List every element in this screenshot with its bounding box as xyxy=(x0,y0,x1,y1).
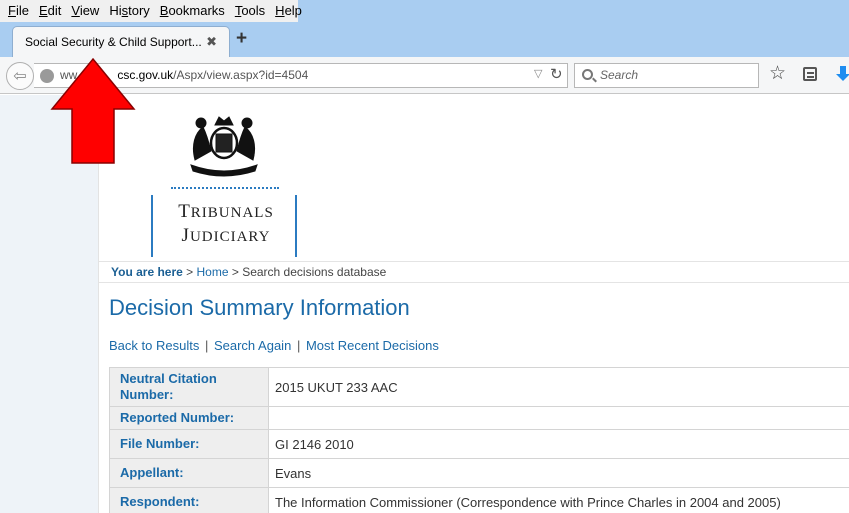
search-bar[interactable]: Search xyxy=(574,63,759,88)
menu-help[interactable]: Help xyxy=(270,0,307,22)
table-row: Respondent: The Information Commissioner… xyxy=(109,487,849,513)
file-number-value: GI 2146 2010 xyxy=(268,429,849,459)
logo-text-judiciary: JUDICIARY xyxy=(181,225,271,246)
back-to-results-link[interactable]: Back to Results xyxy=(109,338,199,353)
breadcrumb: You are here > Home > Search decisions d… xyxy=(99,261,849,283)
reading-list-icon[interactable] xyxy=(803,67,817,81)
reported-number-value xyxy=(268,406,849,430)
breadcrumb-label: You are here xyxy=(111,265,183,279)
search-icon xyxy=(582,69,593,80)
logo-divider xyxy=(171,187,279,189)
menu-bar: File Edit View History Bookmarks Tools H… xyxy=(0,0,302,22)
titlebar-background xyxy=(298,0,849,22)
breadcrumb-home-link[interactable]: Home xyxy=(197,265,229,279)
back-arrow-icon: ⇦ xyxy=(13,68,27,85)
respondent-value: The Information Commissioner (Correspond… xyxy=(268,487,849,513)
reload-icon[interactable]: ↻ xyxy=(550,65,563,83)
menu-bookmarks[interactable]: Bookmarks xyxy=(155,0,230,22)
most-recent-decisions-link[interactable]: Most Recent Decisions xyxy=(306,338,439,353)
back-button[interactable]: ⇦ xyxy=(6,62,34,90)
neutral-citation-label: Neutral Citation Number: xyxy=(109,367,269,407)
link-separator: | xyxy=(204,338,209,353)
url-dropdown-icon[interactable]: ▽ xyxy=(534,67,542,80)
download-icon[interactable] xyxy=(836,66,849,82)
neutral-citation-value: 2015 UKUT 233 AAC xyxy=(268,367,849,407)
table-row: File Number: GI 2146 2010 xyxy=(109,429,849,459)
page-content: TRIBUNALS JUDICIARY You are here > Home … xyxy=(98,95,849,513)
logo-text-tribunals: TRIBUNALS xyxy=(178,201,274,222)
link-separator: | xyxy=(296,338,301,353)
appellant-value: Evans xyxy=(268,458,849,488)
close-tab-icon[interactable]: ✖ xyxy=(206,34,217,50)
file-number-label: File Number: xyxy=(109,429,269,459)
tab-active[interactable]: Social Security & Child Support... ✖ xyxy=(12,26,230,57)
tab-title: Social Security & Child Support... xyxy=(25,35,201,49)
page-title: Decision Summary Information xyxy=(109,295,410,320)
menu-tools[interactable]: Tools xyxy=(230,0,270,22)
table-row: Appellant: Evans xyxy=(109,458,849,488)
menu-view[interactable]: View xyxy=(66,0,104,22)
results-links: Back to Results | Search Again | Most Re… xyxy=(109,338,439,353)
table-row: Neutral Citation Number: 2015 UKUT 233 A… xyxy=(109,367,849,407)
search-again-link[interactable]: Search Again xyxy=(214,338,291,353)
red-arrow-annotation xyxy=(50,57,136,164)
bookmark-star-icon[interactable]: ☆ xyxy=(769,64,786,84)
table-row: Reported Number: xyxy=(109,406,849,430)
new-tab-icon[interactable]: + xyxy=(236,28,247,50)
decision-details-table: Neutral Citation Number: 2015 UKUT 233 A… xyxy=(109,367,849,513)
breadcrumb-separator: > xyxy=(228,265,243,279)
breadcrumb-current: Search decisions database xyxy=(242,265,387,279)
reported-number-label: Reported Number: xyxy=(109,406,269,430)
menu-file[interactable]: File xyxy=(3,0,34,22)
search-placeholder: Search xyxy=(600,68,639,82)
respondent-label: Respondent: xyxy=(109,487,269,513)
royal-coat-of-arms-logo xyxy=(190,116,258,177)
tribunals-judiciary-logo: TRIBUNALS JUDICIARY xyxy=(151,195,297,257)
menu-history[interactable]: History xyxy=(104,0,154,22)
breadcrumb-separator: > xyxy=(182,265,197,279)
tab-strip: Social Security & Child Support... ✖ + xyxy=(0,22,849,57)
appellant-label: Appellant: xyxy=(109,458,269,488)
menu-edit[interactable]: Edit xyxy=(34,0,66,22)
